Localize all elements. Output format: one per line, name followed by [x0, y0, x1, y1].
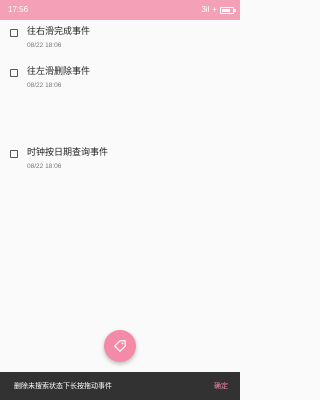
snackbar-message: 删除未搜索状态下长按拖动事件 [14, 382, 112, 390]
status-time: 17:56 [8, 5, 29, 14]
signal-icon: 3il [201, 5, 210, 14]
snackbar-confirm-button[interactable]: 确定 [214, 381, 228, 391]
task-title: 往左滑删除事件 [27, 67, 91, 77]
task-time: 08/22 18:06 [27, 163, 62, 170]
task-time: 08/22 18:06 [27, 82, 62, 89]
task-checkbox[interactable] [10, 29, 18, 37]
status-bar: 17:56 3il + [0, 0, 240, 20]
task-title: 往右滑完成事件 [27, 27, 91, 37]
battery-plus-icon: + [212, 5, 217, 14]
status-icons: 3il + [201, 5, 236, 15]
task-item[interactable]: 时钟按日期查询事件 08/22 18:06 [0, 147, 240, 177]
task-time: 08/22 18:06 [27, 42, 62, 49]
task-title: 时钟按日期查询事件 [27, 148, 109, 158]
task-checkbox[interactable] [10, 69, 18, 77]
task-item[interactable]: 往左滑删除事件 08/22 18:06 [0, 66, 240, 96]
task-checkbox[interactable] [10, 150, 18, 158]
add-tag-button[interactable] [104, 330, 136, 362]
tag-icon [114, 340, 126, 352]
task-item[interactable]: 往右滑完成事件 08/22 18:06 [0, 26, 240, 56]
snackbar: 删除未搜索状态下长按拖动事件 确定 [0, 372, 240, 400]
battery-icon [220, 6, 236, 14]
